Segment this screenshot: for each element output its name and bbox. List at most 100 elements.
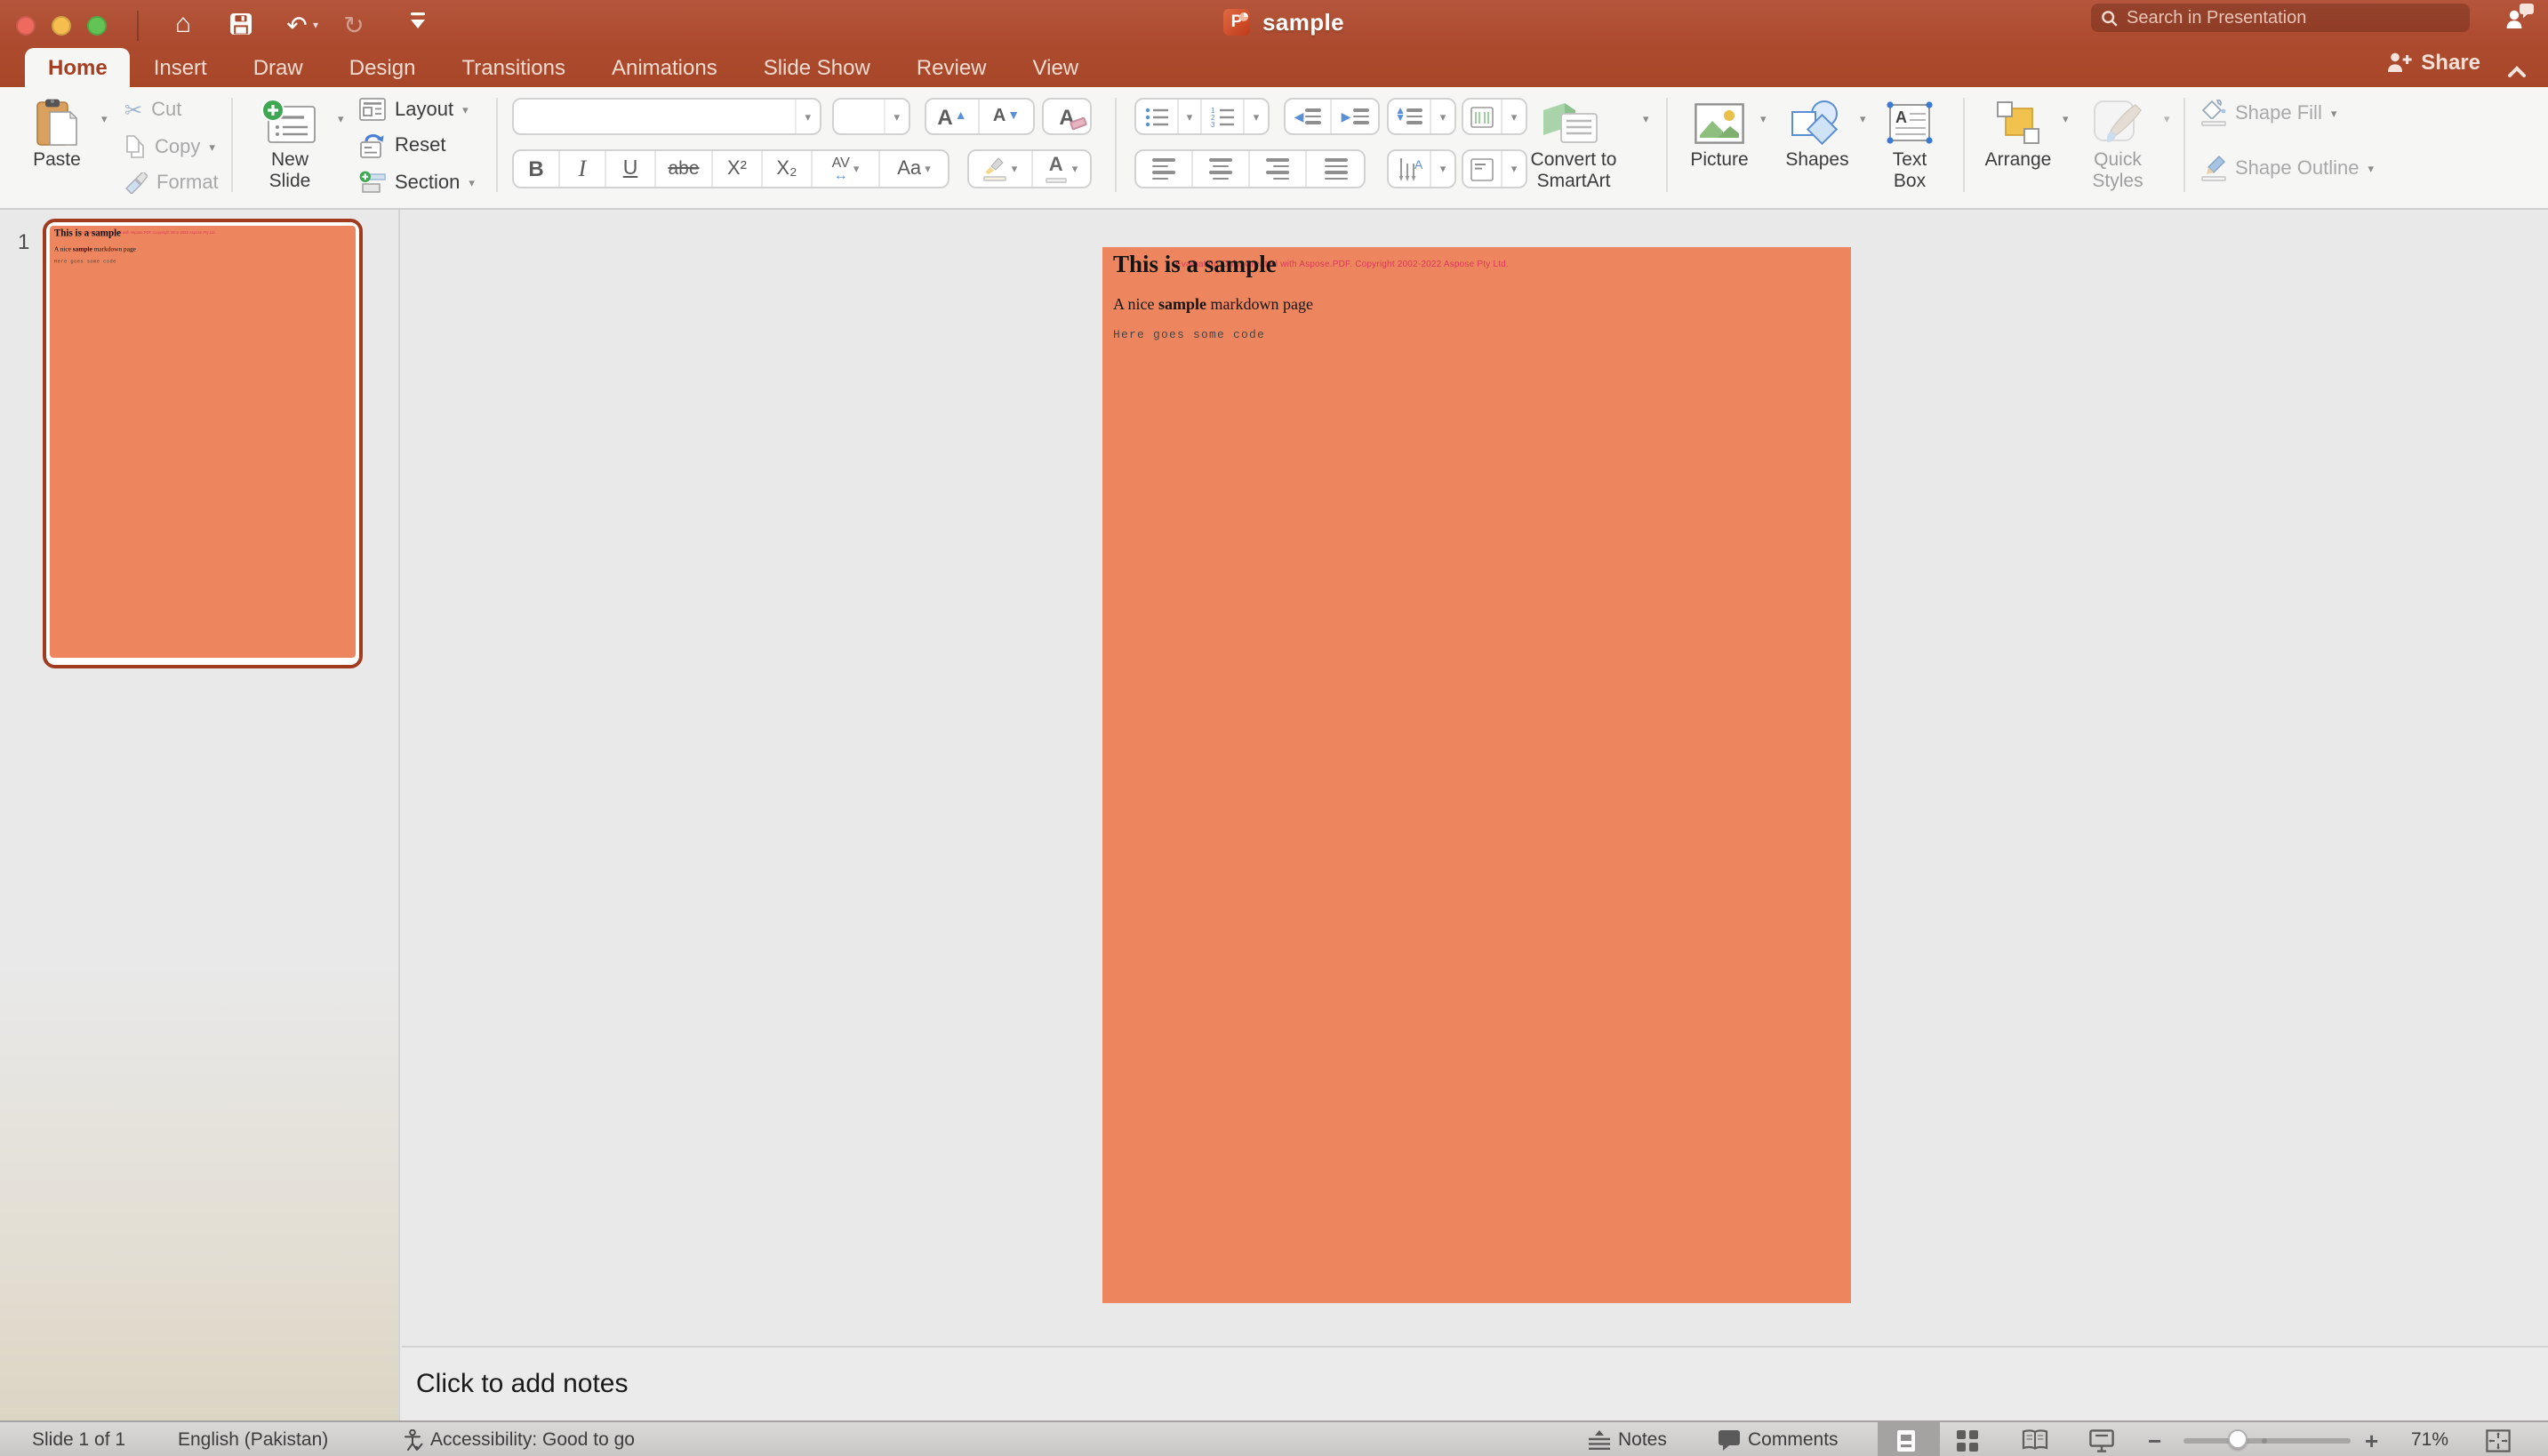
reset-button[interactable]: Reset bbox=[359, 133, 446, 158]
search-input[interactable] bbox=[2127, 8, 2429, 28]
tab-design[interactable]: Design bbox=[326, 48, 439, 87]
fit-slide-to-window-button[interactable] bbox=[2486, 1422, 2511, 1456]
save-button[interactable] bbox=[220, 7, 260, 43]
font-size-dropdown-arrow-icon[interactable]: ▾ bbox=[883, 100, 909, 133]
numbering-button[interactable]: 1 2 3 bbox=[1202, 100, 1245, 133]
customize-toolbar-button[interactable] bbox=[398, 7, 437, 43]
paste-dropdown-arrow-icon[interactable]: ▾ bbox=[101, 112, 108, 126]
clear-formatting-button[interactable]: A bbox=[1044, 100, 1090, 133]
tab-animations[interactable]: Animations bbox=[589, 48, 741, 87]
collapse-ribbon-button[interactable] bbox=[2507, 55, 2527, 87]
section-dropdown-arrow-icon[interactable]: ▾ bbox=[469, 175, 475, 189]
tab-home[interactable]: Home bbox=[25, 48, 131, 87]
underline-button[interactable]: U bbox=[606, 151, 656, 187]
layout-button[interactable]: Layout ▾ bbox=[359, 98, 469, 121]
tab-view[interactable]: View bbox=[1010, 48, 1102, 87]
new-slide-dropdown-arrow-icon[interactable]: ▾ bbox=[338, 112, 344, 126]
strikethrough-button[interactable]: abe bbox=[656, 151, 713, 187]
cut-button[interactable]: ✂ Cut bbox=[124, 98, 181, 123]
zoom-slider-track[interactable] bbox=[2183, 1438, 2351, 1444]
quick-styles-dropdown-arrow-icon[interactable]: ▾ bbox=[2164, 112, 2170, 126]
tab-transitions[interactable]: Transitions bbox=[438, 48, 589, 87]
tab-draw[interactable]: Draw bbox=[230, 48, 326, 87]
slide-surface[interactable]: Evaluation Only. Created with Aspose.PDF… bbox=[1102, 247, 1851, 1303]
shape-fill-dropdown-arrow-icon[interactable]: ▾ bbox=[2331, 106, 2337, 120]
align-text-button[interactable] bbox=[1463, 151, 1502, 187]
tab-review[interactable]: Review bbox=[893, 48, 1010, 87]
arrange-dropdown-arrow-icon[interactable]: ▾ bbox=[2063, 112, 2069, 126]
shape-outline-button[interactable]: Shape Outline ▾ bbox=[2201, 155, 2374, 181]
new-slide-button[interactable]: New Slide bbox=[249, 94, 331, 193]
zoom-window-button[interactable] bbox=[87, 16, 107, 36]
font-name-dropdown-arrow-icon[interactable]: ▾ bbox=[794, 100, 820, 133]
shape-outline-dropdown-arrow-icon[interactable]: ▾ bbox=[2368, 161, 2374, 175]
tab-insert[interactable]: Insert bbox=[131, 48, 230, 87]
copy-dropdown-arrow-icon[interactable]: ▾ bbox=[209, 140, 215, 154]
language-button[interactable]: English (Pakistan) bbox=[178, 1422, 328, 1456]
align-left-button[interactable] bbox=[1136, 151, 1193, 187]
view-slideshow-button[interactable] bbox=[2089, 1422, 2114, 1456]
char-spacing-dropdown-arrow-icon[interactable]: ▾ bbox=[853, 162, 860, 176]
smartart-dropdown-arrow-icon[interactable]: ▾ bbox=[1643, 112, 1649, 126]
zoom-slider-thumb[interactable] bbox=[2228, 1429, 2248, 1449]
decrease-indent-button[interactable]: ◀ bbox=[1286, 100, 1332, 133]
tab-slide-show[interactable]: Slide Show bbox=[741, 48, 893, 87]
character-spacing-button[interactable]: AV ↔ ▾ bbox=[813, 151, 880, 187]
notes-toggle-button[interactable]: Notes bbox=[1588, 1422, 1667, 1456]
accessibility-status[interactable]: Accessibility: Good to go bbox=[404, 1422, 635, 1456]
shapes-button[interactable]: Shapes bbox=[1778, 94, 1856, 172]
slide-body-text[interactable]: A nice sample markdown page bbox=[1113, 295, 1313, 313]
zoom-out-button[interactable]: − bbox=[2148, 1422, 2161, 1456]
text-box-button[interactable]: A Text Box bbox=[1874, 94, 1945, 193]
feedback-button[interactable] bbox=[2505, 4, 2534, 39]
decrease-font-size-button[interactable]: A▼ bbox=[980, 100, 1033, 133]
minimize-window-button[interactable] bbox=[52, 16, 71, 36]
view-normal-button[interactable] bbox=[1895, 1422, 1917, 1456]
home-quick-button[interactable]: ⌂ bbox=[164, 7, 203, 43]
slide-thumbnail[interactable]: Evaluation Only. Created with Aspose.PDF… bbox=[43, 219, 363, 668]
change-case-button[interactable]: Aa ▾ bbox=[880, 151, 948, 187]
picture-dropdown-arrow-icon[interactable]: ▾ bbox=[1760, 112, 1767, 126]
redo-button[interactable]: ↻ bbox=[334, 7, 373, 43]
font-color-button[interactable]: A ▾ bbox=[1033, 151, 1090, 187]
notes-placeholder[interactable]: Click to add notes bbox=[416, 1369, 628, 1399]
copy-button[interactable]: Copy ▾ bbox=[124, 135, 215, 158]
paste-button[interactable]: Paste bbox=[18, 94, 96, 172]
numbering-dropdown-arrow[interactable]: ▾ bbox=[1245, 100, 1268, 133]
close-window-button[interactable] bbox=[16, 16, 36, 36]
slide-code-text[interactable]: Here goes some code bbox=[1113, 329, 1265, 341]
slide-title-text[interactable]: This is a sample bbox=[1113, 251, 1277, 279]
bullets-button[interactable] bbox=[1136, 100, 1179, 133]
text-direction-button[interactable]: A bbox=[1389, 151, 1431, 187]
section-button[interactable]: Section ▾ bbox=[359, 171, 475, 194]
align-right-button[interactable] bbox=[1250, 151, 1307, 187]
shapes-dropdown-arrow-icon[interactable]: ▾ bbox=[1860, 112, 1866, 126]
zoom-level[interactable]: 71% bbox=[2411, 1422, 2448, 1456]
change-case-dropdown-arrow-icon[interactable]: ▾ bbox=[925, 162, 931, 176]
text-highlight-button[interactable]: ▾ bbox=[969, 151, 1033, 187]
bullets-dropdown-arrow[interactable]: ▾ bbox=[1179, 100, 1202, 133]
undo-dropdown-arrow-icon[interactable]: ▾ bbox=[313, 20, 318, 32]
format-painter-button[interactable]: Format bbox=[124, 172, 219, 194]
shape-fill-button[interactable]: Shape Fill ▾ bbox=[2201, 100, 2336, 126]
text-direction-dropdown-arrow[interactable]: ▾ bbox=[1431, 151, 1454, 187]
italic-button[interactable]: I bbox=[560, 151, 606, 187]
arrange-button[interactable]: Arrange bbox=[1977, 94, 2059, 172]
increase-font-size-button[interactable]: A▲ bbox=[926, 100, 980, 133]
font-color-dropdown-arrow-icon[interactable]: ▾ bbox=[1072, 162, 1078, 176]
subscript-button[interactable]: X₂ bbox=[763, 151, 813, 187]
layout-dropdown-arrow-icon[interactable]: ▾ bbox=[462, 102, 469, 116]
line-spacing-dropdown-arrow[interactable]: ▾ bbox=[1431, 100, 1454, 133]
highlight-dropdown-arrow-icon[interactable]: ▾ bbox=[1012, 162, 1018, 176]
justify-button[interactable] bbox=[1307, 151, 1364, 187]
notes-pane[interactable]: Click to add notes bbox=[402, 1346, 2548, 1420]
font-size-combobox[interactable]: ▾ bbox=[832, 98, 910, 135]
view-slide-sorter-button[interactable] bbox=[1956, 1422, 1979, 1456]
search-field[interactable] bbox=[2091, 4, 2470, 32]
comments-toggle-button[interactable]: Comments bbox=[1718, 1422, 1839, 1456]
share-button[interactable]: Share bbox=[2385, 50, 2480, 75]
picture-button[interactable]: Picture bbox=[1682, 94, 1757, 172]
bold-button[interactable]: B bbox=[514, 151, 560, 187]
convert-to-smartart-button[interactable]: Convert to SmartArt bbox=[1511, 94, 1636, 193]
align-center-button[interactable] bbox=[1193, 151, 1250, 187]
